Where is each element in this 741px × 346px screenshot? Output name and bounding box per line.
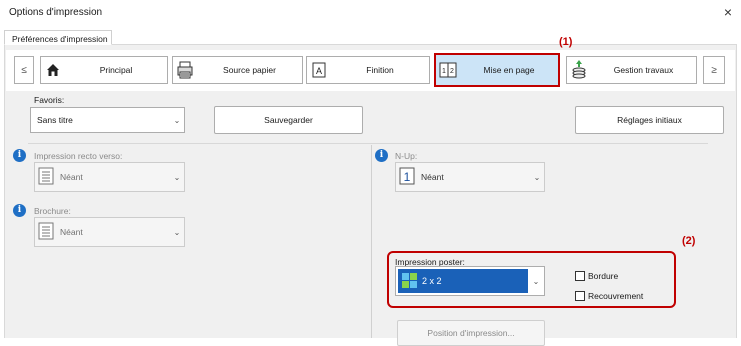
favorites-label: Favoris: — [34, 95, 65, 105]
save-button-label: Sauvegarder — [264, 115, 313, 125]
svg-text:2: 2 — [450, 68, 454, 75]
close-icon[interactable]: × — [720, 3, 736, 21]
poster-value: 2 x 2 — [422, 276, 442, 286]
nav-label-mise-en-page: Mise en page — [483, 65, 535, 75]
chevron-down-icon: ⌄ — [173, 227, 181, 237]
reset-defaults-label: Réglages initiaux — [617, 115, 682, 125]
booklet-value: Néant — [60, 227, 83, 237]
tab-print-preferences[interactable]: Préférences d'impression — [4, 30, 112, 45]
nav-prev-label: ≤ — [21, 64, 27, 76]
nav-label-gestion-travaux: Gestion travaux — [613, 65, 674, 75]
print-position-button: Position d'impression... — [397, 320, 545, 346]
poster-select[interactable]: 2 x 2 ⌄ — [395, 266, 545, 296]
info-icon[interactable]: i — [13, 204, 26, 217]
chevron-down-icon: ⌄ — [532, 276, 540, 286]
column-divider — [371, 145, 372, 338]
nav-next-label: ≥ — [711, 64, 717, 76]
booklet-label: Brochure: — [34, 206, 71, 216]
overlap-checkbox[interactable] — [575, 291, 585, 301]
nav-button-mise-en-page[interactable]: 12 Mise en page — [434, 53, 560, 87]
nup-label: N-Up: — [395, 151, 418, 161]
layout-icon: 12 — [436, 57, 460, 83]
home-icon — [41, 57, 65, 83]
nav-label-source-papier: Source papier — [223, 65, 276, 75]
chevron-down-icon: ⌄ — [533, 172, 541, 182]
info-icon[interactable]: i — [375, 149, 388, 162]
duplex-value: Néant — [60, 172, 83, 182]
nav-button-gestion-travaux[interactable]: Gestion travaux — [566, 56, 697, 84]
duplex-page-icon — [38, 167, 54, 187]
svg-text:A: A — [316, 66, 322, 76]
overlap-label: Recouvrement — [588, 291, 644, 301]
nup-value: Néant — [421, 172, 444, 182]
booklet-page-icon — [38, 222, 54, 242]
print-position-label: Position d'impression... — [427, 328, 515, 338]
save-button[interactable]: Sauvegarder — [214, 106, 363, 134]
favorites-select[interactable]: Sans titre ⌄ — [30, 107, 185, 133]
border-checkbox[interactable] — [575, 271, 585, 281]
info-icon[interactable]: i — [13, 149, 26, 162]
window-title: Options d'impression — [9, 7, 103, 18]
nav-button-source-papier[interactable]: Source papier — [172, 56, 303, 84]
svg-text:1: 1 — [404, 170, 411, 184]
reset-defaults-button[interactable]: Réglages initiaux — [575, 106, 724, 134]
printer-icon — [173, 57, 197, 83]
nav-label-finition: Finition — [366, 65, 394, 75]
nup-page-icon: 1 — [399, 167, 415, 187]
nav-next-button[interactable]: ≥ — [703, 56, 725, 84]
poster-grid-icon — [402, 272, 417, 290]
border-label: Bordure — [588, 271, 619, 281]
chevron-down-icon: ⌄ — [173, 172, 181, 182]
job-stack-icon — [567, 57, 591, 83]
callout-2: (2) — [682, 235, 696, 247]
nav-label-principal: Principal — [99, 65, 133, 75]
duplex-select: Néant ⌄ — [34, 162, 185, 192]
nup-select: 1 Néant ⌄ — [395, 162, 545, 192]
chevron-down-icon: ⌄ — [173, 115, 181, 125]
nav-prev-button[interactable]: ≤ — [14, 56, 34, 84]
nav-button-principal[interactable]: Principal — [40, 56, 168, 84]
svg-text:1: 1 — [442, 68, 446, 75]
duplex-label: Impression recto verso: — [34, 151, 123, 161]
callout-1: (1) — [559, 36, 573, 48]
booklet-select: Néant ⌄ — [34, 217, 185, 247]
poster-selected-option: 2 x 2 — [398, 269, 528, 293]
favorites-value: Sans titre — [37, 115, 73, 125]
section-divider — [28, 143, 708, 144]
title-bar — [0, 0, 741, 26]
finishing-icon: A — [307, 57, 331, 83]
nav-button-finition[interactable]: A Finition — [306, 56, 430, 84]
